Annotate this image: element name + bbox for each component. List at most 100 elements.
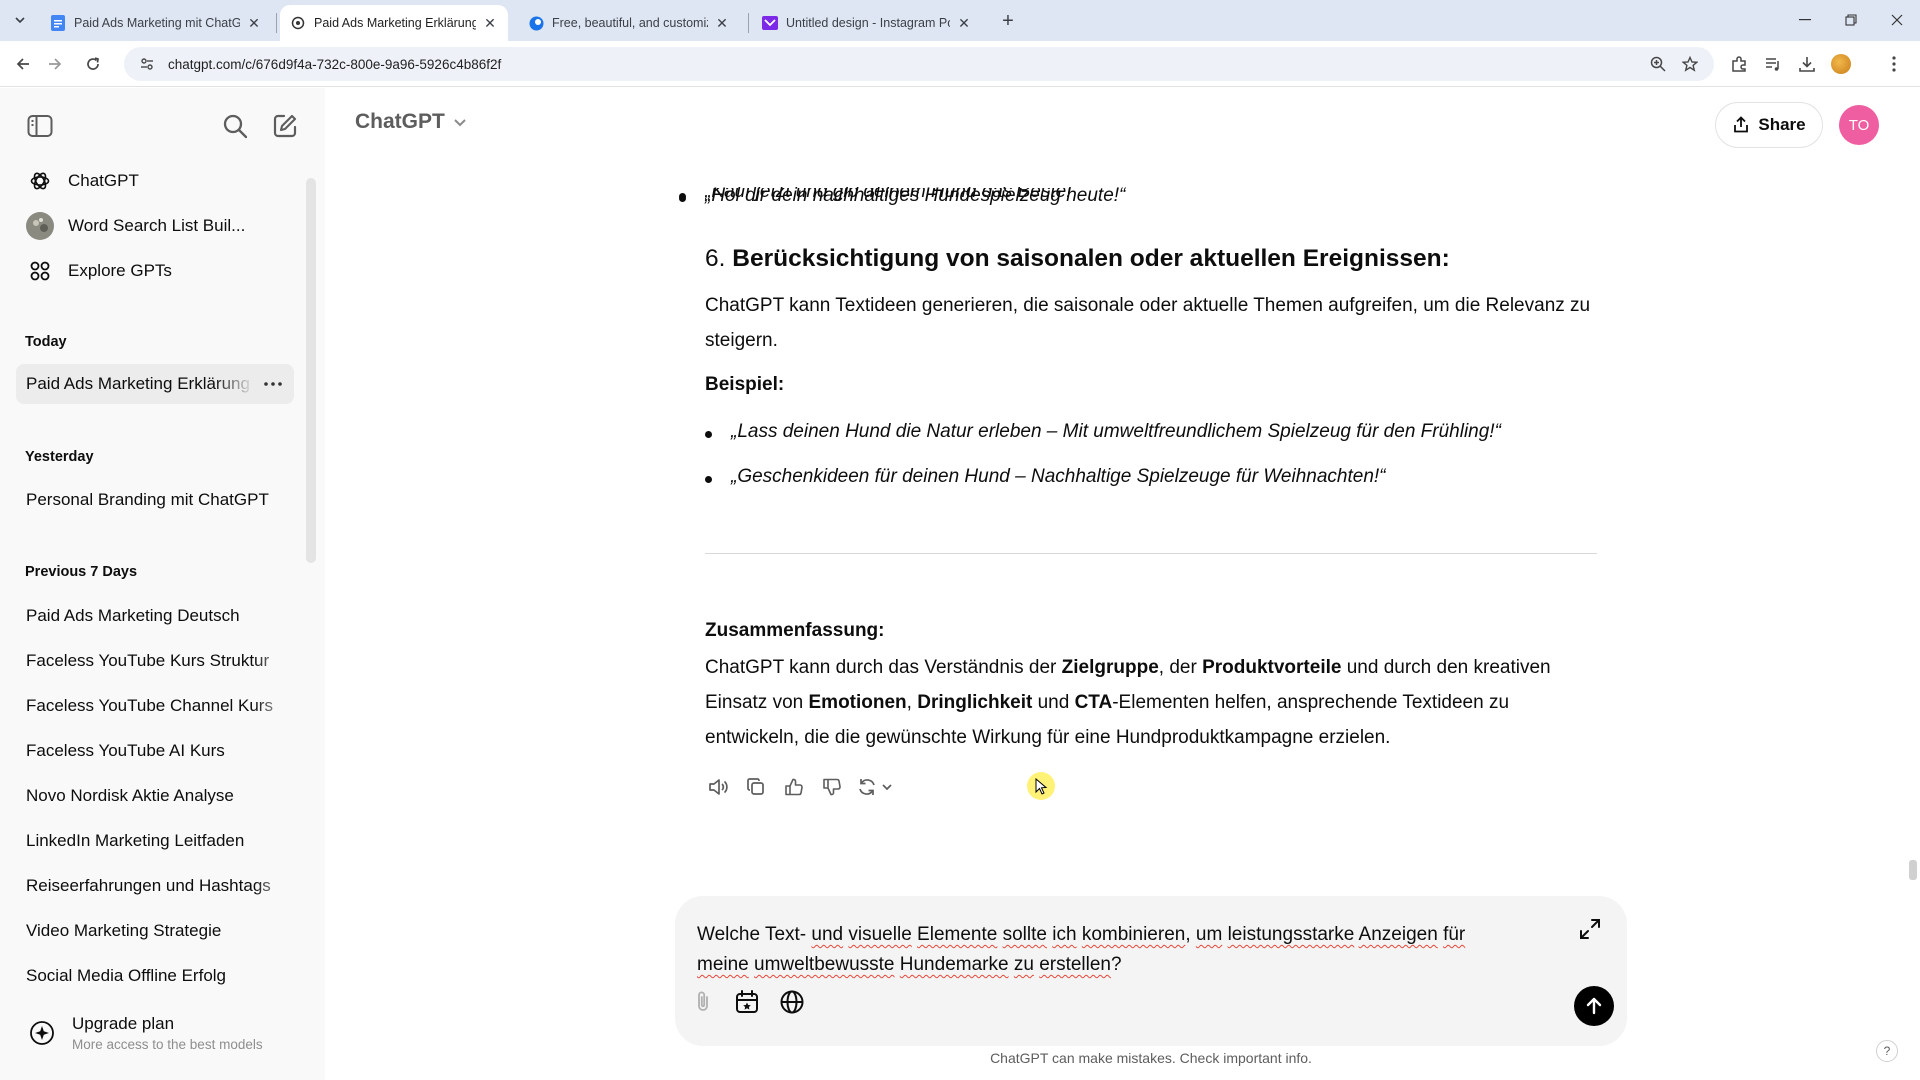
thumbs-down-icon[interactable] bbox=[819, 774, 845, 800]
chat-item[interactable]: Novo Nordisk Aktie Analyse bbox=[16, 776, 294, 816]
chat-item[interactable]: Faceless YouTube Kurs Struktur bbox=[16, 641, 294, 681]
grid-icon bbox=[26, 257, 54, 285]
upgrade-subtitle: More access to the best models bbox=[72, 1037, 263, 1052]
tab-separator bbox=[276, 13, 277, 33]
search-icon[interactable] bbox=[217, 108, 253, 144]
share-label: Share bbox=[1758, 115, 1806, 134]
paragraph: ChatGPT kann Textideen generieren, die s… bbox=[705, 295, 1591, 351]
mouse-cursor-highlight bbox=[1027, 772, 1055, 800]
chat-item[interactable]: Personal Branding mit ChatGPT bbox=[16, 480, 294, 520]
chat-item[interactable]: Paid Ads Marketing Deutsch bbox=[16, 596, 294, 636]
close-window-button[interactable] bbox=[1877, 6, 1917, 34]
chat-item-label: Personal Branding mit ChatGPT bbox=[26, 490, 269, 509]
close-icon[interactable]: ✕ bbox=[714, 15, 730, 31]
chat-item-label: Video Marketing Strategie bbox=[26, 921, 222, 940]
message-actions bbox=[705, 774, 897, 800]
example-label: Beispiel: bbox=[705, 374, 785, 395]
upgrade-plan-button[interactable]: Upgrade plan More access to the best mod… bbox=[16, 1003, 294, 1063]
read-aloud-icon[interactable] bbox=[705, 774, 731, 800]
download-icon[interactable] bbox=[1794, 51, 1820, 77]
list-item: „Lass deinen Hund die Natur erleben – Mi… bbox=[705, 421, 1501, 443]
thumbs-up-icon[interactable] bbox=[781, 774, 807, 800]
section-title-yesterday: Yesterday bbox=[25, 449, 94, 465]
url-text: chatgpt.com/c/676d9f4a-732c-800e-9a96-59… bbox=[168, 56, 502, 72]
browser-toolbar: chatgpt.com/c/676d9f4a-732c-800e-9a96-59… bbox=[0, 41, 1920, 87]
list-item-text: „Geschenkideen für deinen Hund – Nachhal… bbox=[731, 466, 1386, 487]
media-control-icon[interactable] bbox=[1760, 51, 1786, 77]
chat-item[interactable]: Video Marketing Strategie bbox=[16, 911, 294, 951]
more-options-icon[interactable] bbox=[262, 373, 284, 395]
browser-menu-icon[interactable] bbox=[1886, 51, 1902, 77]
browser-tab-2[interactable]: Paid Ads Marketing Erklärung ✕ bbox=[280, 5, 508, 41]
summary-paragraph: ChatGPT kann durch das Verständnis der Z… bbox=[705, 657, 1551, 748]
disclaimer-text: ChatGPT can make mistakes. Check importa… bbox=[990, 1050, 1312, 1066]
chat-item-label: Faceless YouTube AI Kurs bbox=[26, 741, 225, 760]
share-icon bbox=[1732, 116, 1750, 134]
chat-item-label: Faceless YouTube Kurs Struktur bbox=[26, 651, 270, 670]
section-title-previous-7-days: Previous 7 Days bbox=[25, 564, 138, 580]
expand-icon[interactable] bbox=[1575, 914, 1605, 944]
sidebar-item-chatgpt[interactable]: ChatGPT bbox=[16, 161, 294, 201]
close-icon[interactable]: ✕ bbox=[246, 15, 262, 31]
browser-tab-3[interactable]: Free, beautiful, and customizable ✕ bbox=[518, 5, 740, 41]
web-search-globe-icon[interactable] bbox=[776, 986, 808, 1018]
section-heading: 6. Berücksichtigung von saisonalen oder … bbox=[705, 245, 1450, 273]
model-name: ChatGPT bbox=[355, 110, 445, 133]
copy-icon[interactable] bbox=[743, 774, 769, 800]
minimize-button[interactable] bbox=[1785, 6, 1825, 34]
section-title-today: Today bbox=[25, 334, 67, 350]
reload-button[interactable] bbox=[80, 51, 106, 77]
share-button[interactable]: Share bbox=[1715, 102, 1823, 148]
browser-tab-bar: Paid Ads Marketing mit ChatGPT ✕ Paid Ad… bbox=[0, 0, 1920, 41]
chat-item-label: Reiseerfahrungen und Hashtags bbox=[26, 876, 271, 895]
list-item-text: „Hol dir dein nachhaltiges Hundespielzeu… bbox=[705, 185, 1126, 206]
back-button[interactable] bbox=[10, 51, 36, 77]
docs-icon bbox=[50, 15, 66, 31]
divider bbox=[705, 553, 1597, 554]
new-chat-icon[interactable] bbox=[267, 108, 303, 144]
attach-icon[interactable] bbox=[687, 986, 719, 1018]
tab-title: Free, beautiful, and customizable bbox=[552, 16, 708, 30]
chat-item[interactable]: Paid Ads Marketing Erklärung bbox=[16, 364, 294, 404]
bookmark-star-icon[interactable] bbox=[1680, 54, 1700, 74]
chat-item[interactable]: Faceless YouTube AI Kurs bbox=[16, 731, 294, 771]
chat-item[interactable]: Social Media Offline Erfolg bbox=[16, 956, 294, 996]
restore-button[interactable] bbox=[1831, 6, 1871, 34]
user-avatar[interactable]: TO bbox=[1839, 105, 1879, 145]
summary-label: Zusammenfassung: bbox=[705, 620, 885, 641]
calendar-icon[interactable] bbox=[731, 986, 763, 1018]
model-switcher[interactable]: ChatGPT bbox=[355, 110, 467, 134]
tab-search-button[interactable] bbox=[8, 8, 32, 32]
chat-item[interactable]: LinkedIn Marketing Leitfaden bbox=[16, 821, 294, 861]
tab-title: Paid Ads Marketing mit ChatGPT bbox=[74, 16, 240, 30]
sidebar-item-label: Word Search List Buil... bbox=[68, 216, 246, 235]
openai-logo-icon bbox=[26, 167, 54, 195]
chat-item[interactable]: Faceless YouTube Channel Kurs bbox=[16, 686, 294, 726]
close-icon[interactable]: ✕ bbox=[956, 15, 972, 31]
help-button[interactable]: ? bbox=[1876, 1040, 1898, 1062]
new-tab-button[interactable]: + bbox=[996, 9, 1020, 33]
chevron-down-icon bbox=[453, 117, 467, 127]
site-info-icon[interactable] bbox=[130, 47, 164, 81]
send-button[interactable] bbox=[1574, 986, 1614, 1026]
close-icon[interactable]: ✕ bbox=[482, 15, 498, 31]
zoom-icon[interactable] bbox=[1648, 54, 1668, 74]
main-scrollbar[interactable] bbox=[1909, 860, 1917, 880]
message-composer[interactable]: Welche Text- und visuelle Elemente sollt… bbox=[675, 896, 1627, 1046]
profile-avatar-icon[interactable] bbox=[1828, 51, 1854, 77]
list-item: „Hol dir dein nachhaltiges Hundespielzeu… bbox=[678, 185, 1126, 207]
sidebar-toggle-icon[interactable] bbox=[22, 108, 58, 144]
extensions-icon[interactable] bbox=[1726, 51, 1752, 77]
chat-main: ChatGPT Share TO „Kauf jetzt und gib dei… bbox=[325, 88, 1920, 1080]
sidebar-item-explore-gpts[interactable]: Explore GPTs bbox=[16, 251, 294, 291]
prompt-textarea[interactable]: Welche Text- und visuelle Elemente sollt… bbox=[697, 920, 1527, 980]
forward-button[interactable] bbox=[42, 51, 68, 77]
address-bar[interactable]: chatgpt.com/c/676d9f4a-732c-800e-9a96-59… bbox=[124, 47, 1714, 81]
sidebar-item-word-search[interactable]: Word Search List Buil... bbox=[16, 206, 294, 246]
sidebar-scrollbar[interactable] bbox=[306, 178, 316, 563]
browser-tab-4[interactable]: Untitled design - Instagram Post ✕ bbox=[752, 5, 982, 41]
chat-item[interactable]: Reiseerfahrungen und Hashtags bbox=[16, 866, 294, 906]
regenerate-icon[interactable] bbox=[857, 774, 897, 800]
chat-item-label: Social Media Offline Erfolg bbox=[26, 966, 227, 985]
browser-tab-1[interactable]: Paid Ads Marketing mit ChatGPT ✕ bbox=[40, 5, 272, 41]
